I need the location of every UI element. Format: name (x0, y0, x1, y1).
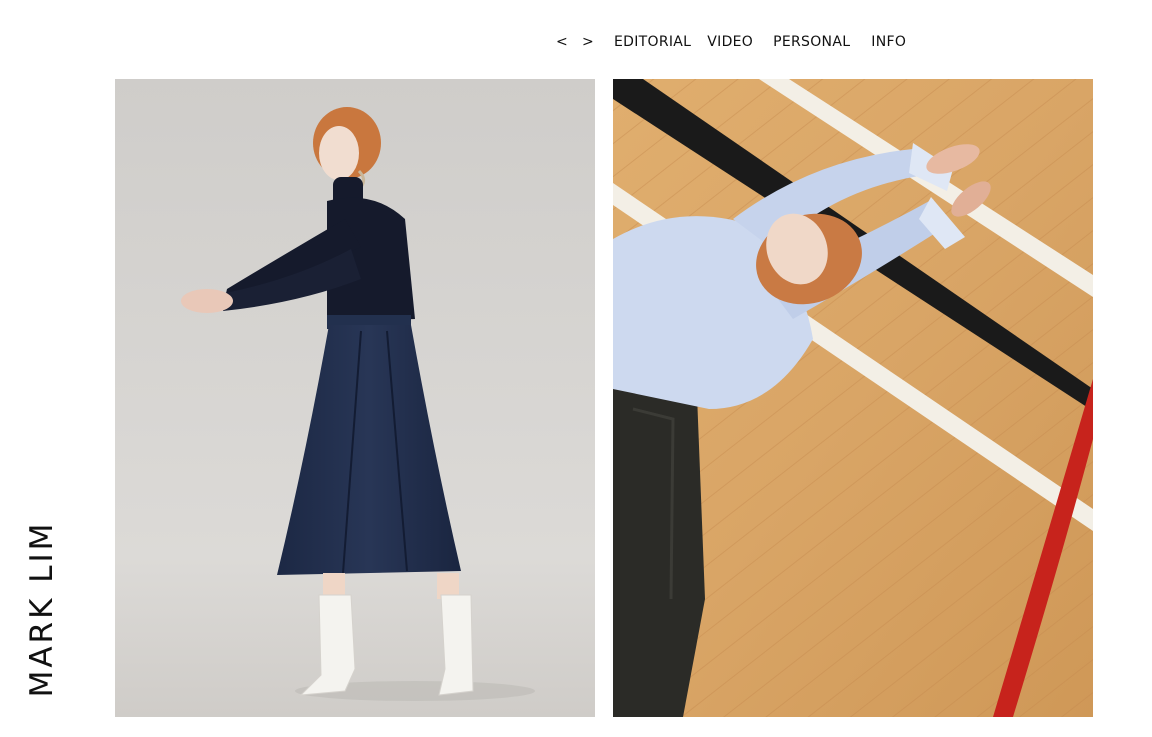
photo-studio-model-image (115, 79, 595, 717)
nav-link-editorial[interactable]: EDITORIAL (614, 34, 691, 50)
next-arrow-button[interactable]: > (582, 34, 594, 50)
top-nav: < > EDITORIAL VIDEO PERSONAL INFO (556, 31, 906, 53)
gallery-photo-1[interactable] (115, 79, 595, 717)
nav-link-video[interactable]: VIDEO (707, 34, 753, 50)
site-logo-text: MARK LIM (24, 520, 60, 698)
nav-link-personal[interactable]: PERSONAL (773, 34, 850, 50)
prev-arrow-button[interactable]: < (556, 34, 568, 50)
photo-court-model-image (613, 79, 1093, 717)
nav-link-info[interactable]: INFO (871, 34, 906, 50)
portfolio-page: < > EDITORIAL VIDEO PERSONAL INFO MARK L… (0, 0, 1152, 737)
gallery-photo-2[interactable] (613, 79, 1093, 717)
site-logo[interactable]: MARK LIM (24, 520, 60, 698)
